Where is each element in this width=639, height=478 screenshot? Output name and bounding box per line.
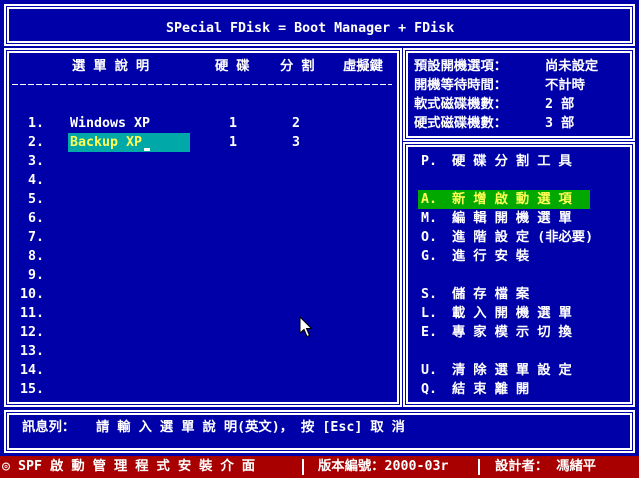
setting-value: 3 部 (545, 116, 575, 131)
message-label: 訊息列： (22, 420, 76, 435)
list-item[interactable]: 15. (12, 380, 392, 399)
list-item[interactable]: 3. (12, 152, 392, 171)
entry-disk: 1 (229, 135, 238, 150)
menu-label: 清 除 選 單 設 定 (452, 363, 572, 378)
menu-key: O. (421, 230, 438, 245)
menu-label: 儲 存 檔 案 (452, 287, 530, 302)
list-item[interactable]: 6. (12, 209, 392, 228)
entry-partition: 2 (292, 116, 301, 131)
list-item[interactable]: 10. (12, 285, 392, 304)
menu-item-clear-menu-settings[interactable]: U. 清 除 選 單 設 定 (418, 361, 590, 380)
column-header-disk: 硬 碟 (215, 59, 250, 74)
menu-item-save-file[interactable]: S. 儲 存 檔 案 (418, 285, 590, 304)
entry-number: 1. (27, 116, 44, 131)
menu-label: 硬 碟 分 割 工 具 (452, 154, 572, 169)
menu-label: 進 階 設 定 (非必要) (452, 230, 594, 245)
status-separator (302, 459, 304, 475)
menu-item-edit-boot-menu[interactable]: M. 編 輯 開 機 選 單 (418, 209, 590, 228)
entry-number: 10. (19, 287, 44, 302)
entry-number: 3. (27, 154, 44, 169)
entry-number: 8. (27, 249, 44, 264)
mouse-pointer-icon (299, 316, 313, 338)
menu-item-exit[interactable]: Q. 結 束 離 開 (418, 380, 590, 399)
entry-partition: 3 (292, 135, 301, 150)
entry-number: 4. (27, 173, 44, 188)
text-cursor (144, 148, 151, 151)
entry-number: 15. (19, 382, 44, 397)
list-item[interactable]: 1. Windows XP 1 2 (12, 114, 392, 133)
entry-number: 7. (27, 230, 44, 245)
menu-key: S. (421, 287, 438, 302)
setting-floppy-count: 軟式磁碟機數： 2 部 (412, 95, 627, 114)
entry-number: 6. (27, 211, 44, 226)
menu-label: 進 行 安 裝 (452, 249, 530, 264)
setting-label: 硬式磁碟機數： (414, 116, 508, 131)
list-item[interactable]: 14. (12, 361, 392, 380)
menu-label: 編 輯 開 機 選 單 (452, 211, 572, 226)
menu-label: 結 束 離 開 (452, 382, 530, 397)
menu-label: 專 家 模 示 切 換 (452, 325, 572, 340)
list-item[interactable]: 13. (12, 342, 392, 361)
column-header-hotkey: 虛擬鍵 (343, 59, 383, 74)
entry-number: 9. (27, 268, 44, 283)
menu-item-partition-tool[interactable]: P. 硬 碟 分 割 工 具 (418, 152, 590, 171)
menu-item-load-boot-menu[interactable]: L. 載 入 開 機 選 單 (418, 304, 590, 323)
entry-description: Windows XP (70, 116, 151, 131)
description-input-text: Backup XP (70, 135, 143, 150)
menu-key: A. (421, 192, 438, 207)
status-bar: ◎ SPF 啟 動 管 理 程 式 安 裝 介 面 版本編號：2000-03r … (0, 456, 639, 478)
description-input[interactable]: Backup XP (68, 133, 190, 152)
app-title: SPecial FDisk = Boot Manager + FDisk (166, 21, 455, 36)
menu-key: G. (421, 249, 438, 264)
list-item[interactable]: 8. (12, 247, 392, 266)
setting-label: 開機等待時間： (414, 78, 508, 93)
entry-number: 11. (19, 306, 44, 321)
entry-number: 2. (27, 135, 44, 150)
list-item[interactable]: 9. (12, 266, 392, 285)
status-designer: 設計者： 馮緒平 (495, 459, 597, 474)
menu-item-expert-mode-toggle[interactable]: E. 專 家 模 示 切 換 (418, 323, 590, 342)
setting-value: 不計時 (545, 78, 585, 93)
setting-boot-timeout: 開機等待時間： 不計時 (412, 76, 627, 95)
list-item[interactable]: 12. (12, 323, 392, 342)
menu-key: E. (421, 325, 438, 340)
message-text: 請 輸 入 選 單 說 明(英文)， 按 [Esc] 取 消 (96, 420, 405, 435)
setting-hard-disk-count: 硬式磁碟機數： 3 部 (412, 114, 627, 133)
menu-key: L. (421, 306, 438, 321)
menu-key: U. (421, 363, 438, 378)
column-header-description: 選 單 說 明 (72, 59, 150, 74)
menu-item-advanced-settings[interactable]: O. 進 階 設 定 (非必要) (418, 228, 594, 247)
status-program-name: ◎ SPF 啟 動 管 理 程 式 安 裝 介 面 (2, 459, 256, 474)
setting-default-boot: 預設開機選項： 尚未設定 (412, 57, 627, 76)
entry-disk: 1 (229, 116, 238, 131)
list-item[interactable]: 5. (12, 190, 392, 209)
list-item[interactable]: 7. (12, 228, 392, 247)
entry-number: 14. (19, 363, 44, 378)
menu-label: 載 入 開 機 選 單 (452, 306, 572, 321)
header-divider (12, 84, 392, 85)
menu-key: P. (421, 154, 438, 169)
list-item[interactable]: 4. (12, 171, 392, 190)
menu-label: 新 增 啟 動 選 項 (452, 192, 572, 207)
dos-screen: SPecial FDisk = Boot Manager + FDisk 選 單… (0, 0, 639, 478)
list-item[interactable]: 11. (12, 304, 392, 323)
status-separator (478, 459, 480, 475)
setting-label: 預設開機選項： (414, 59, 508, 74)
status-version: 版本編號：2000-03r (318, 459, 449, 474)
setting-label: 軟式磁碟機數： (414, 97, 508, 112)
setting-value: 尚未設定 (545, 59, 599, 74)
menu-item-add-boot-option[interactable]: A. 新 增 啟 動 選 項 (418, 190, 590, 209)
entry-number: 12. (19, 325, 44, 340)
menu-item-install[interactable]: G. 進 行 安 裝 (418, 247, 590, 266)
setting-value: 2 部 (545, 97, 575, 112)
menu-key: M. (421, 211, 438, 226)
menu-key: Q. (421, 382, 438, 397)
column-header-partition: 分 割 (280, 59, 315, 74)
entry-number: 5. (27, 192, 44, 207)
entry-number: 13. (19, 344, 44, 359)
list-item[interactable]: 2. Backup XP 1 3 (12, 133, 392, 152)
